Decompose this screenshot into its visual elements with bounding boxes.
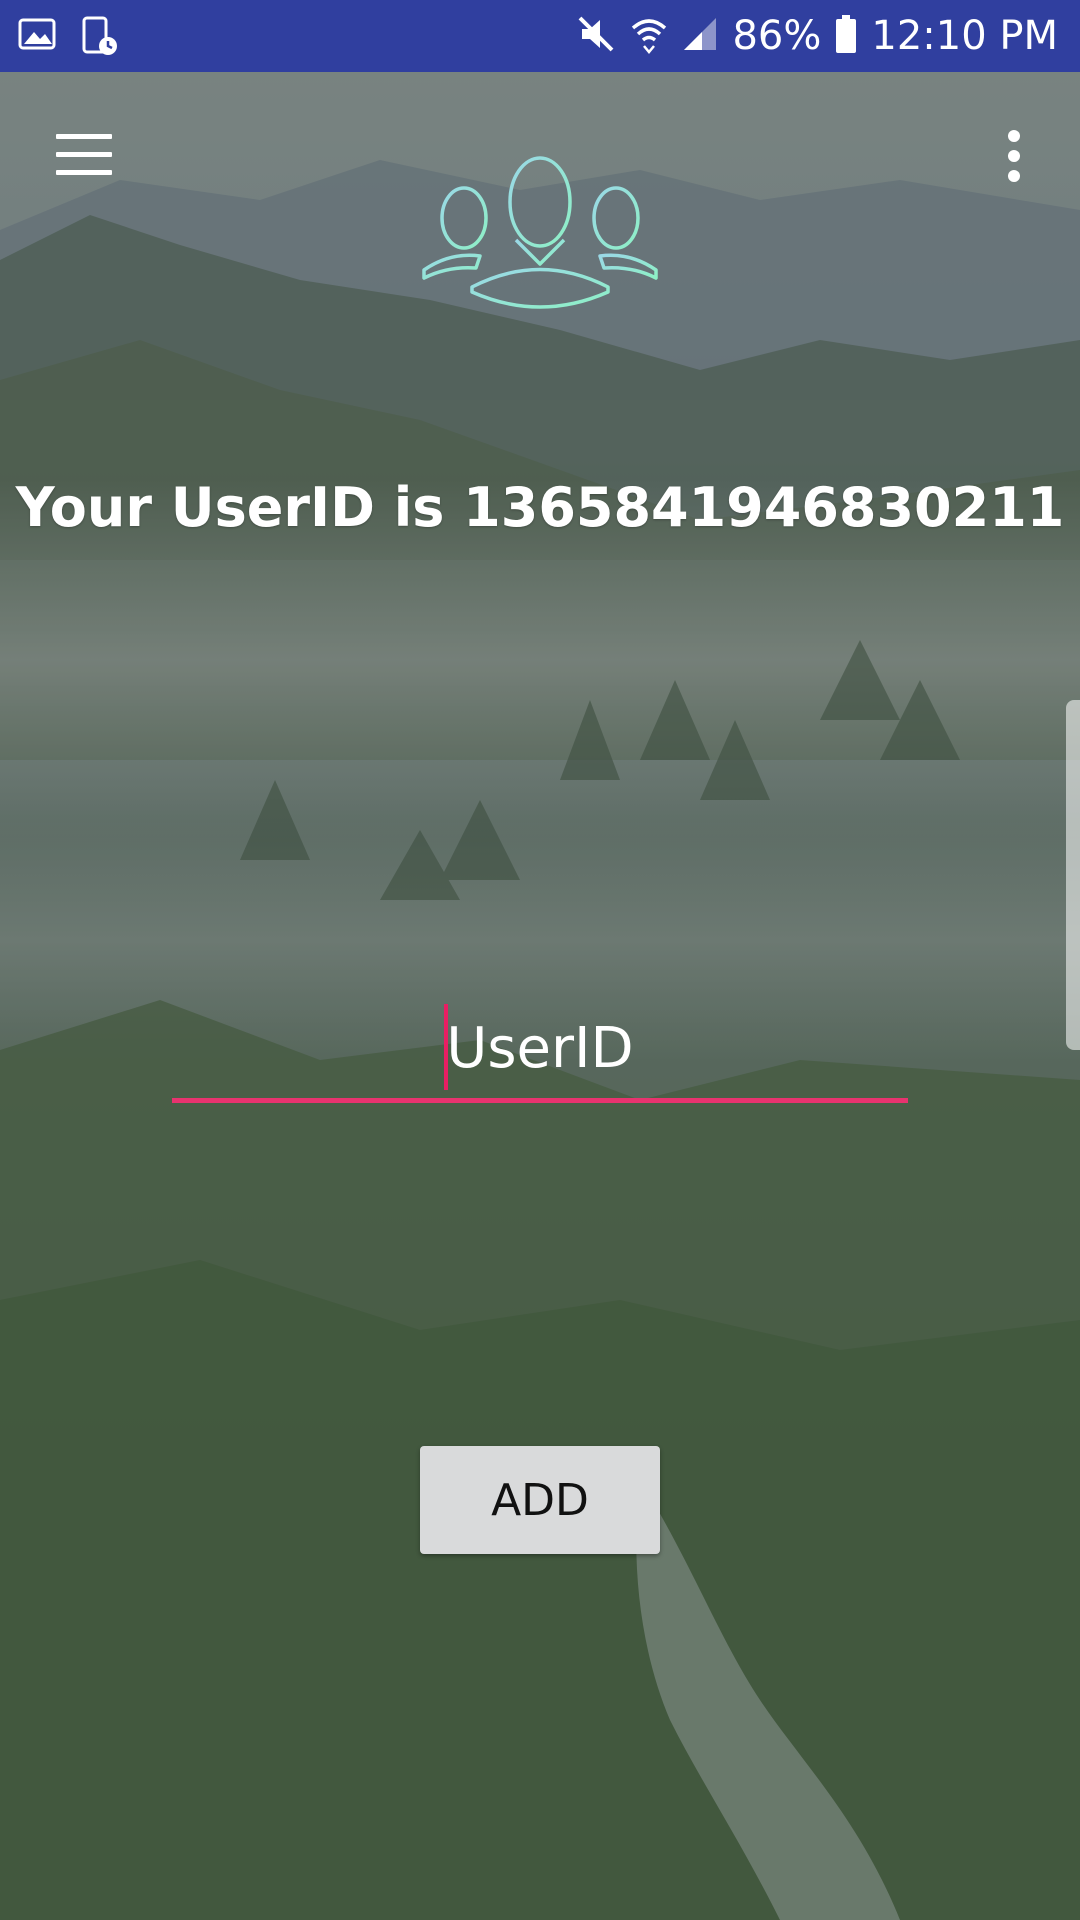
userid-input[interactable] [172, 998, 908, 1098]
image-icon [18, 14, 58, 62]
text-caret [444, 1004, 448, 1090]
battery-icon [835, 14, 857, 58]
edge-panel-handle[interactable] [1066, 700, 1080, 1050]
add-button[interactable]: ADD [420, 1446, 660, 1554]
group-users-icon [422, 156, 658, 309]
status-bar: 86% 12:10 PM [0, 0, 1080, 72]
wifi-icon [630, 14, 668, 58]
signal-icon [682, 16, 718, 56]
hamburger-icon[interactable] [54, 132, 114, 178]
mute-icon [576, 14, 616, 58]
battery-percent: 86% [732, 13, 822, 59]
input-underline [172, 1098, 908, 1103]
more-vert-icon[interactable] [996, 128, 1032, 184]
app-screen: 86% 12:10 PM Your UserID is 136584194683… [0, 0, 1080, 1920]
userid-field[interactable] [172, 998, 908, 1104]
screenshot-schedule-icon [80, 14, 120, 62]
clock: 12:10 PM [871, 13, 1058, 59]
userid-message: Your UserID is 1365841946830211 [15, 476, 1065, 539]
